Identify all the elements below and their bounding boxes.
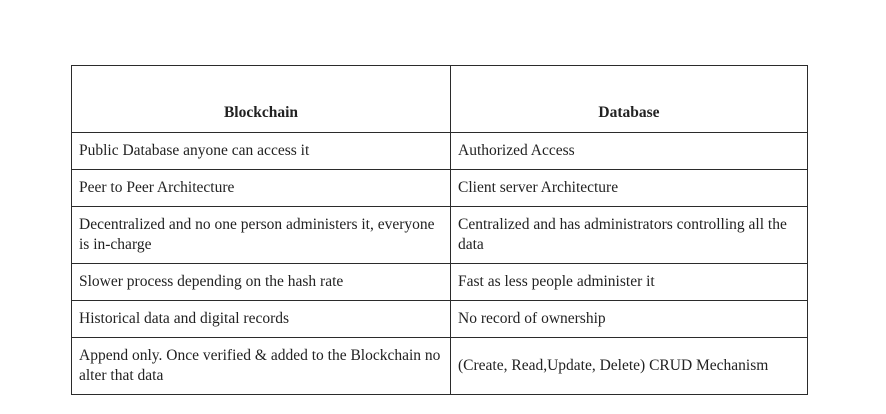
comparison-table-container: Blockchain Database Public Database anyo… — [71, 65, 808, 395]
database-cell: Fast as less people administer it — [450, 263, 808, 301]
table-row: Append only. Once verified & added to th… — [71, 337, 808, 395]
table-row: Decentralized and no one person administ… — [71, 206, 808, 264]
table-row: Slower process depending on the hash rat… — [71, 263, 808, 301]
blockchain-cell: Slower process depending on the hash rat… — [71, 263, 451, 301]
database-cell: Client server Architecture — [450, 169, 808, 207]
table-row: Historical data and digital records No r… — [71, 300, 808, 338]
blockchain-cell: Public Database anyone can access it — [71, 132, 451, 170]
database-cell: Centralized and has administrators contr… — [450, 206, 808, 264]
table-row: Public Database anyone can access it Aut… — [71, 132, 808, 170]
comparison-table: Blockchain Database Public Database anyo… — [71, 65, 808, 395]
table-row: Peer to Peer Architecture Client server … — [71, 169, 808, 207]
header-blockchain: Blockchain — [71, 65, 451, 133]
blockchain-cell: Peer to Peer Architecture — [71, 169, 451, 207]
blockchain-cell: Append only. Once verified & added to th… — [71, 337, 451, 395]
header-database: Database — [450, 65, 808, 133]
database-cell: No record of ownership — [450, 300, 808, 338]
blockchain-cell: Decentralized and no one person administ… — [71, 206, 451, 264]
database-cell: Authorized Access — [450, 132, 808, 170]
header-row: Blockchain Database — [71, 65, 808, 133]
blockchain-cell: Historical data and digital records — [71, 300, 451, 338]
database-cell: (Create, Read,Update, Delete) CRUD Mecha… — [450, 337, 808, 395]
